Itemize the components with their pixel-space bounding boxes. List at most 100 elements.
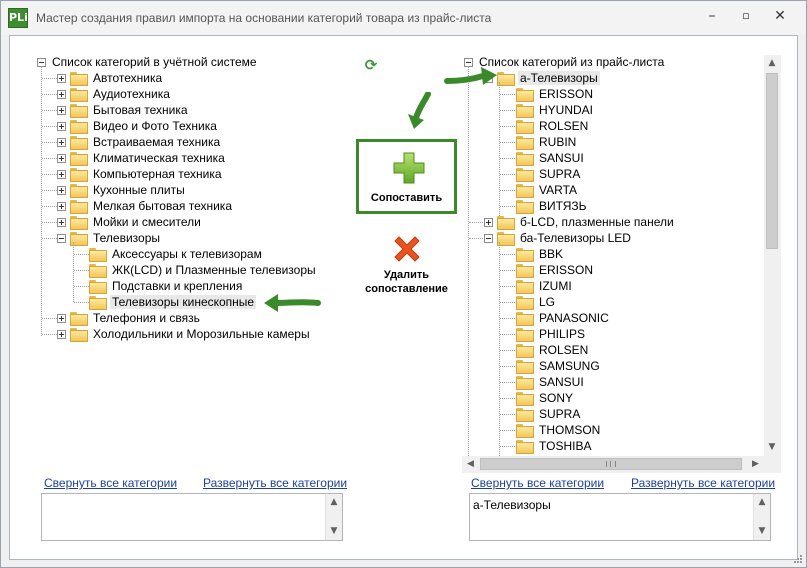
right-selection-box[interactable]: а-Телевизоры ▲ ▼ <box>469 493 771 541</box>
horizontal-scroll-thumb[interactable] <box>480 458 742 470</box>
tree-connector <box>500 126 515 127</box>
tree-item-label: IZUMI <box>539 279 572 293</box>
folder-icon <box>70 216 88 230</box>
pricelist-category-tree[interactable]: Список категорий из прайс-листа а-Телевиз… <box>450 36 764 456</box>
right-collapse-all-link[interactable]: Свернуть все категории <box>471 476 604 490</box>
left-box-scrollbar[interactable]: ▲ ▼ <box>325 494 342 540</box>
expand-icon[interactable] <box>484 217 493 227</box>
expand-icon[interactable] <box>57 137 66 147</box>
delete-match-button[interactable]: Удалить сопоставление <box>356 232 457 300</box>
tree-leaf-item[interactable]: LG <box>516 294 557 310</box>
expand-icon[interactable] <box>57 169 66 179</box>
tree-category-item[interactable]: Бытовая техника <box>57 102 190 118</box>
tree-leaf-item[interactable]: ROLSEN <box>516 342 590 358</box>
collapse-icon[interactable] <box>57 233 66 243</box>
scroll-left-icon[interactable]: ◀ <box>462 456 479 473</box>
tree-leaf-item[interactable]: ВИТЯЗЬ <box>516 198 588 214</box>
box-scroll-down-icon[interactable]: ▼ <box>326 523 342 540</box>
tree-category-item[interactable]: Климатическая техника <box>57 150 227 166</box>
tree-leaf-item[interactable]: ERISSON <box>516 262 595 278</box>
folder-icon <box>516 408 534 422</box>
expand-icon[interactable] <box>57 73 66 83</box>
box-scroll-up-icon[interactable]: ▲ <box>754 494 770 511</box>
close-button[interactable]: ✕ <box>766 7 794 27</box>
tree-category-item[interactable]: Встраиваемая техника <box>57 134 222 150</box>
right-tree-horizontal-scrollbar[interactable]: ◀ ▶ <box>462 456 764 473</box>
right-box-scrollbar[interactable]: ▲ ▼ <box>753 494 770 540</box>
folder-icon <box>89 264 107 278</box>
collapse-icon[interactable] <box>484 233 493 243</box>
tree-leaf-item[interactable]: SUPRA <box>516 166 582 182</box>
system-category-tree[interactable]: Список категорий в учётной системе Автоте… <box>10 36 350 466</box>
tree-leaf-item[interactable]: SUPRA <box>516 406 582 422</box>
tree-leaf-item[interactable]: Подставки и крепления <box>89 278 244 294</box>
tree-item-label: Автотехника <box>93 71 163 85</box>
minimize-button[interactable]: – <box>698 7 726 27</box>
tree-leaf-item[interactable]: VARTA <box>516 182 579 198</box>
tree-leaf-item[interactable]: SANSUI <box>516 374 586 390</box>
tree-leaf-item[interactable]: PHILIPS <box>516 326 587 342</box>
tree-item-label: PHILIPS <box>539 327 586 341</box>
tree-connector <box>500 382 515 383</box>
expand-icon[interactable] <box>57 89 66 99</box>
tree-category-item[interactable]: Телефония и связь <box>57 310 202 326</box>
title-bar[interactable]: PLi Мастер создания правил импорта на ос… <box>1 1 806 35</box>
tree-category-item[interactable]: Видео и Фото Техника <box>57 118 219 134</box>
tree-leaf-item[interactable]: ERISSON <box>516 86 595 102</box>
tree-leaf-item[interactable]: SONY <box>516 390 575 406</box>
box-scroll-down-icon[interactable]: ▼ <box>754 523 770 540</box>
tree-leaf-item[interactable]: BBK <box>516 246 565 262</box>
tree-leaf-item[interactable]: IZUMI <box>516 278 574 294</box>
left-collapse-all-link[interactable]: Свернуть все категории <box>44 476 177 490</box>
tree-leaf-item[interactable]: THOMSON <box>516 422 602 438</box>
tree-category-item[interactable]: а-Телевизоры <box>484 70 600 86</box>
scroll-up-icon[interactable]: ▲ <box>764 55 780 72</box>
tree-connector <box>42 78 57 79</box>
tree-category-item[interactable]: Мойки и смесители <box>57 214 203 230</box>
right-expand-all-link[interactable]: Развернуть все категории <box>631 476 775 490</box>
scroll-thumb[interactable] <box>766 73 778 249</box>
expand-icon[interactable] <box>57 329 66 339</box>
tree-category-item[interactable]: Компьютерная техника <box>57 166 224 182</box>
tree-leaf-item[interactable]: HYUNDAI <box>516 102 595 118</box>
resize-grip-icon[interactable] <box>793 554 803 564</box>
delete-label-line2: сопоставление <box>365 283 448 295</box>
right-tree-vertical-scrollbar[interactable]: ▲ ▼ <box>764 55 781 456</box>
scroll-right-icon[interactable]: ▶ <box>747 456 764 473</box>
tree-category-item[interactable]: Мелкая бытовая техника <box>57 198 234 214</box>
tree-leaf-item[interactable]: TOSHIBA <box>516 438 593 454</box>
expand-icon[interactable] <box>57 201 66 211</box>
tree-connector <box>500 158 515 159</box>
tree-category-item[interactable]: Кухонные плиты <box>57 182 187 198</box>
tree-leaf-item[interactable]: Телевизоры кинескопные <box>89 294 257 310</box>
expand-icon[interactable] <box>57 185 66 195</box>
expand-icon[interactable] <box>57 153 66 163</box>
expand-icon[interactable] <box>57 121 66 131</box>
match-button[interactable]: Сопоставить <box>356 139 457 214</box>
left-expand-all-link[interactable]: Развернуть все категории <box>203 476 347 490</box>
tree-category-item[interactable]: Холодильники и Морозильные камеры <box>57 326 312 342</box>
tree-category-item[interactable]: Аудиотехника <box>57 86 172 102</box>
tree-item-label: PANASONIC <box>539 311 609 325</box>
expand-icon[interactable] <box>57 217 66 227</box>
tree-leaf-item[interactable]: PANASONIC <box>516 310 611 326</box>
left-selection-box[interactable]: ▲ ▼ <box>41 493 343 541</box>
tree-leaf-item[interactable]: Аксессуары к телевизорам <box>89 246 264 262</box>
expand-icon[interactable] <box>57 105 66 115</box>
tree-leaf-item[interactable]: SAMSUNG <box>516 358 602 374</box>
tree-category-item[interactable]: Автотехника <box>57 70 164 86</box>
maximize-button[interactable]: ▫ <box>732 7 760 27</box>
folder-icon <box>70 168 88 182</box>
refresh-icon[interactable]: ⟳ <box>362 56 380 74</box>
tree-leaf-item[interactable]: RUBIN <box>516 134 578 150</box>
tree-leaf-item[interactable]: SANSUI <box>516 150 586 166</box>
tree-root[interactable]: Список категорий в учётной системе <box>37 54 259 70</box>
scroll-down-icon[interactable]: ▼ <box>764 439 780 456</box>
expand-icon[interactable] <box>57 313 66 323</box>
tree-leaf-item[interactable]: ROLSEN <box>516 118 590 134</box>
tree-category-item[interactable]: б-LCD, плазменные панели <box>484 214 676 230</box>
tree-leaf-item[interactable]: ЖК(LCD) и Плазменные телевизоры <box>89 262 318 278</box>
box-scroll-up-icon[interactable]: ▲ <box>326 494 342 511</box>
tree-connector <box>42 126 57 127</box>
tree-category-item[interactable]: ба-Телевизоры LED <box>484 230 633 246</box>
